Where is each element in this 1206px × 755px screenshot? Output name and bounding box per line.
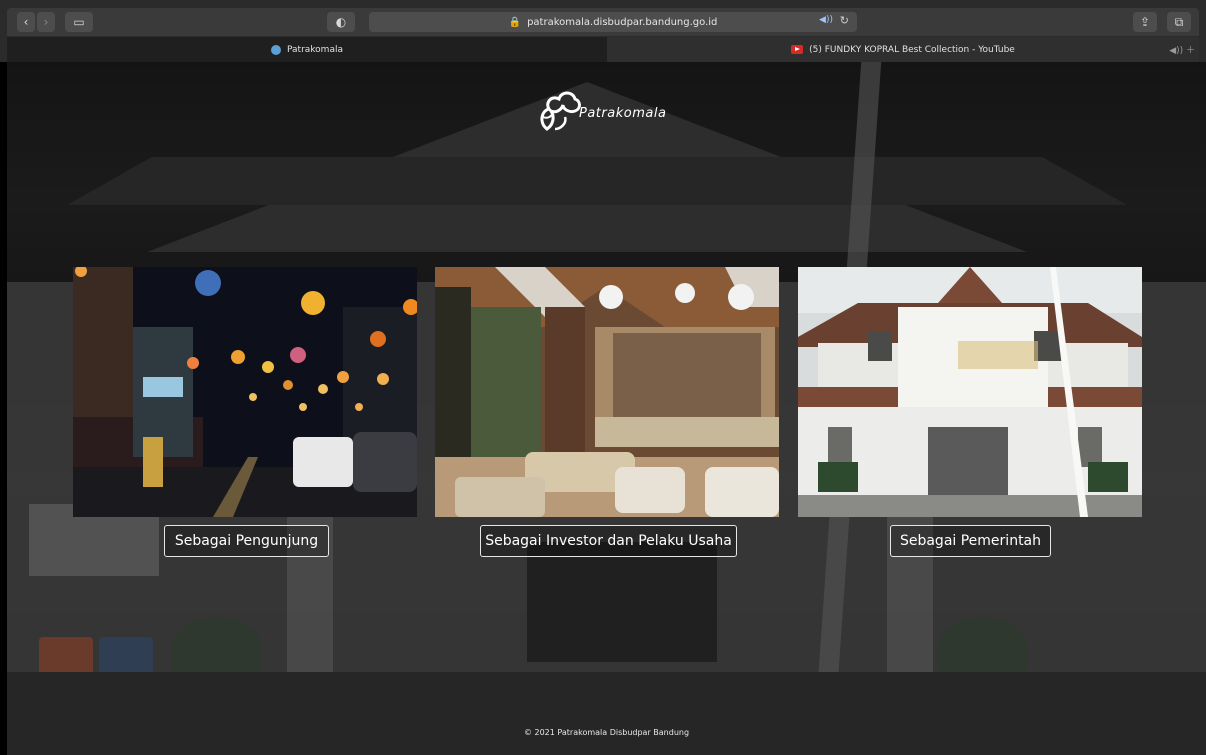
url-text: patrakomala.disbudpar.bandung.go.id (527, 16, 718, 28)
tab-bar: Patrakomala (5) FUNDKY KOPRAL Best Colle… (7, 37, 1199, 62)
card-pemerintah[interactable] (798, 267, 1142, 517)
back-icon[interactable]: ‹ (17, 12, 35, 32)
tab-audio-icon[interactable]: ◀)) ＋ (1169, 43, 1195, 56)
browser-toolbar: ‹ › ▭ ◐ 🔒 patrakomala.disbudpar.bandung.… (7, 8, 1199, 36)
tab-label: (5) FUNDKY KOPRAL Best Collection - YouT… (809, 44, 1015, 55)
cafe-interior-image (435, 267, 779, 517)
lock-icon: 🔒 (508, 16, 522, 28)
sidebar-icon[interactable]: ▭ (65, 12, 93, 32)
tab-youtube[interactable]: (5) FUNDKY KOPRAL Best Collection - YouT… (607, 37, 1199, 62)
logo-text: Patrakomala (579, 106, 667, 121)
night-market-image (73, 267, 417, 517)
background-building-eave (67, 157, 1127, 205)
background-ground (7, 672, 1206, 755)
card-pengunjung[interactable] (73, 267, 417, 517)
shield-icon[interactable]: ◐ (327, 12, 355, 32)
background-door (527, 542, 717, 662)
footer-copyright: © 2021 Patrakomala Disbudpar Bandung (523, 728, 690, 737)
government-building-image (798, 267, 1142, 517)
page-viewport: Patrakomala Sebagai Pengunjung Sebagai I… (7, 62, 1206, 755)
patrakomala-logo-icon (540, 91, 581, 131)
address-bar[interactable]: 🔒 patrakomala.disbudpar.bandung.go.id ◀)… (369, 12, 857, 32)
visitor-button[interactable]: Sebagai Pengunjung (164, 525, 329, 557)
share-icon[interactable]: ⇪ (1133, 12, 1157, 32)
site-logo[interactable]: Patrakomala (537, 89, 697, 139)
background-plant (172, 617, 262, 677)
reload-icon[interactable]: ↻ (840, 14, 849, 27)
government-button[interactable]: Sebagai Pemerintah (890, 525, 1051, 557)
tab-label: Patrakomala (287, 44, 343, 55)
audio-icon[interactable]: ◀)) (819, 15, 833, 25)
browser-chrome: ‹ › ▭ ◐ 🔒 patrakomala.disbudpar.bandung.… (0, 0, 1206, 62)
card-investor[interactable] (435, 267, 779, 517)
investor-button[interactable]: Sebagai Investor dan Pelaku Usaha (480, 525, 737, 557)
tabs-icon[interactable]: ⧉ (1167, 12, 1191, 32)
tab-patrakomala[interactable]: Patrakomala (7, 37, 607, 62)
youtube-favicon-icon (791, 45, 804, 54)
forward-icon[interactable]: › (37, 12, 55, 32)
patrakomala-favicon-icon (271, 44, 281, 55)
background-plant (937, 617, 1027, 677)
